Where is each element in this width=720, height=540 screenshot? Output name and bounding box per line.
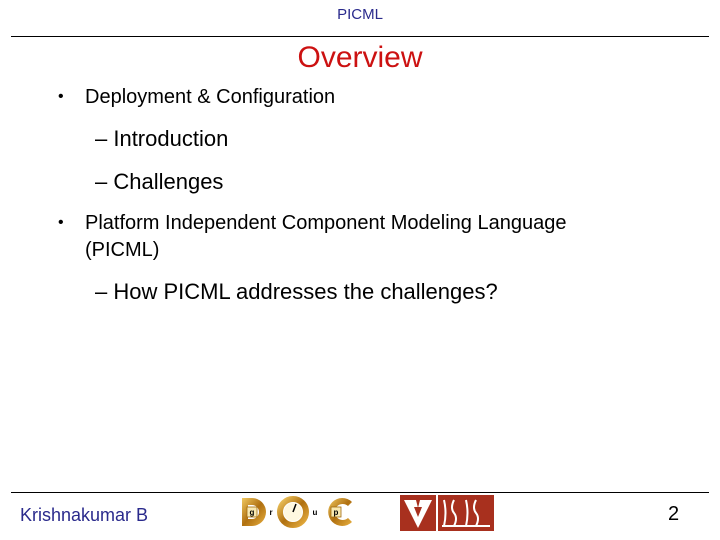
svg-text:p: p (334, 508, 339, 517)
bullet-marker: • (58, 214, 64, 231)
header-divider (11, 36, 709, 37)
svg-text:r: r (269, 508, 272, 517)
svg-text:g: g (250, 508, 255, 517)
bullet-text: Deployment & Configuration (85, 86, 336, 108)
footer-author: Krishnakumar B (20, 505, 149, 525)
svg-text:u: u (313, 508, 318, 517)
vanderbilt-isis-logo (400, 495, 494, 531)
bullet-text-continued: (PICML) (85, 239, 160, 261)
sub-bullet: – Challenges (95, 169, 224, 194)
bullet-marker: • (58, 88, 64, 105)
slide-title: Overview (297, 41, 423, 74)
header-title: PICML (337, 6, 383, 23)
doc-group-logo: g r u p (242, 496, 352, 528)
bullet-text: Platform Independent Component Modeling … (85, 212, 567, 234)
sub-bullet: – Introduction (95, 126, 229, 151)
sub-bullet: – How PICML addresses the challenges? (95, 279, 498, 304)
footer-divider (11, 492, 709, 493)
page-number: 2 (668, 503, 680, 525)
